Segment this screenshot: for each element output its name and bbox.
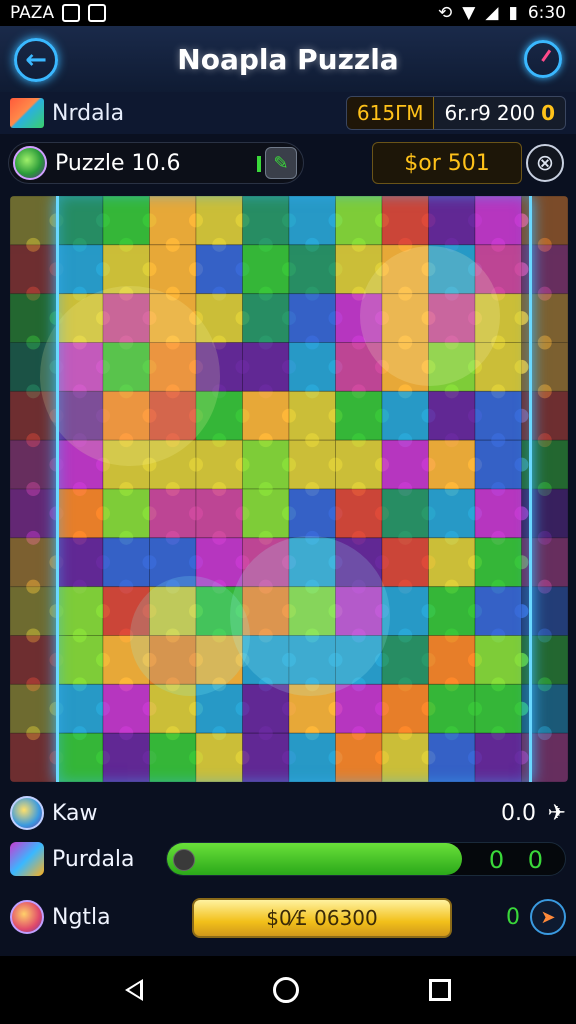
carrier-label: PAZA xyxy=(10,3,55,23)
level-label: Puzzle 10.6 xyxy=(55,150,181,176)
purdala-label: Purdala xyxy=(52,846,135,872)
puzzle-piece[interactable] xyxy=(521,635,569,685)
header: ← Noapla Puzzla xyxy=(0,26,576,92)
nav-recent-icon[interactable] xyxy=(429,979,451,1001)
timer-icon[interactable] xyxy=(524,40,562,78)
battery-icon: ▮ xyxy=(508,3,518,23)
kaw-row: Kaw 0.0 ✈ xyxy=(0,788,576,838)
stat-b-label: 6r.r9 xyxy=(444,101,491,125)
player-name: Nrdala xyxy=(52,100,125,126)
puzzle-piece[interactable] xyxy=(521,390,569,441)
glow-effect xyxy=(130,576,250,696)
kaw-icon xyxy=(10,796,44,830)
close-icon[interactable]: ⊗ xyxy=(526,144,564,182)
glow-effect xyxy=(230,536,390,696)
puzzle-piece[interactable] xyxy=(521,488,569,539)
coin-icon: 0 xyxy=(541,101,555,125)
buy-button[interactable]: $0⁄£ 06300 xyxy=(192,898,452,938)
wifi-icon: ▼ xyxy=(462,3,476,23)
flag-icon xyxy=(10,98,44,128)
signal-icon: ◢ xyxy=(485,3,499,23)
clock: 6:30 xyxy=(527,3,566,23)
kaw-label: Kaw xyxy=(52,800,98,826)
sync-icon: ⟲ xyxy=(438,3,453,23)
player-info-bar: Nrdala 615ΓM 6r.r9 200 0 xyxy=(0,92,576,134)
stat-c-value: 200 xyxy=(496,101,536,125)
status-bar: PAZA ⟲ ▼ ◢ ▮ 6:30 xyxy=(0,0,576,26)
level-bar: Puzzle 10.6 ✎ $or 501 ⊗ xyxy=(0,138,576,188)
progress-fill xyxy=(167,843,462,875)
ngtla-value: 0 xyxy=(506,904,520,930)
system-nav-bar xyxy=(0,956,576,1024)
progress-value: 0 0 xyxy=(488,846,551,874)
puzzle-piece[interactable] xyxy=(521,293,569,343)
nav-back-icon[interactable] xyxy=(125,979,143,1001)
stat-a: 615ΓM xyxy=(346,97,435,129)
stats-box: 615ΓM 6r.r9 200 0 xyxy=(345,96,566,130)
puzzle-piece[interactable] xyxy=(521,537,569,588)
kaw-value: 0.0 xyxy=(501,800,536,826)
puzzle-piece[interactable] xyxy=(521,683,569,734)
ngtla-row: Ngtla $0⁄£ 06300 0 ➤ xyxy=(0,892,576,942)
puzzle-piece[interactable] xyxy=(521,586,569,636)
send-icon[interactable]: ➤ xyxy=(530,899,566,935)
nav-home-icon[interactable] xyxy=(273,977,299,1003)
puzzle-piece[interactable] xyxy=(521,732,569,782)
back-arrow-icon: ← xyxy=(25,45,47,75)
level-indicator xyxy=(257,156,261,172)
glow-effect xyxy=(360,246,500,386)
page-title: Noapla Puzzla xyxy=(177,42,399,76)
ngtla-icon xyxy=(10,900,44,934)
edit-icon[interactable]: ✎ xyxy=(265,147,297,179)
stat-b: 6r.r9 200 0 xyxy=(434,101,565,125)
puzzle-piece[interactable] xyxy=(521,439,569,490)
back-button[interactable]: ← xyxy=(14,38,58,82)
glow-effect xyxy=(40,286,220,466)
progress-knob[interactable] xyxy=(173,849,195,871)
level-pill[interactable]: Puzzle 10.6 ✎ xyxy=(8,142,304,184)
puzzle-grid[interactable] xyxy=(10,196,568,782)
puzzle-piece[interactable] xyxy=(521,196,569,246)
ngtla-label: Ngtla xyxy=(52,904,111,930)
puzzle-piece[interactable] xyxy=(521,244,569,295)
notification-icon xyxy=(62,4,81,22)
puzzle-board[interactable] xyxy=(10,196,568,782)
app-icon xyxy=(88,4,107,22)
purdala-row: Purdala 0 0 xyxy=(0,834,576,884)
score-display: $or 501 xyxy=(372,142,522,184)
progress-bar[interactable]: 0 0 xyxy=(166,842,566,876)
share-icon[interactable]: ✈ xyxy=(548,801,566,826)
level-icon xyxy=(13,146,47,180)
purdala-icon xyxy=(10,842,44,876)
puzzle-piece[interactable] xyxy=(521,342,569,392)
